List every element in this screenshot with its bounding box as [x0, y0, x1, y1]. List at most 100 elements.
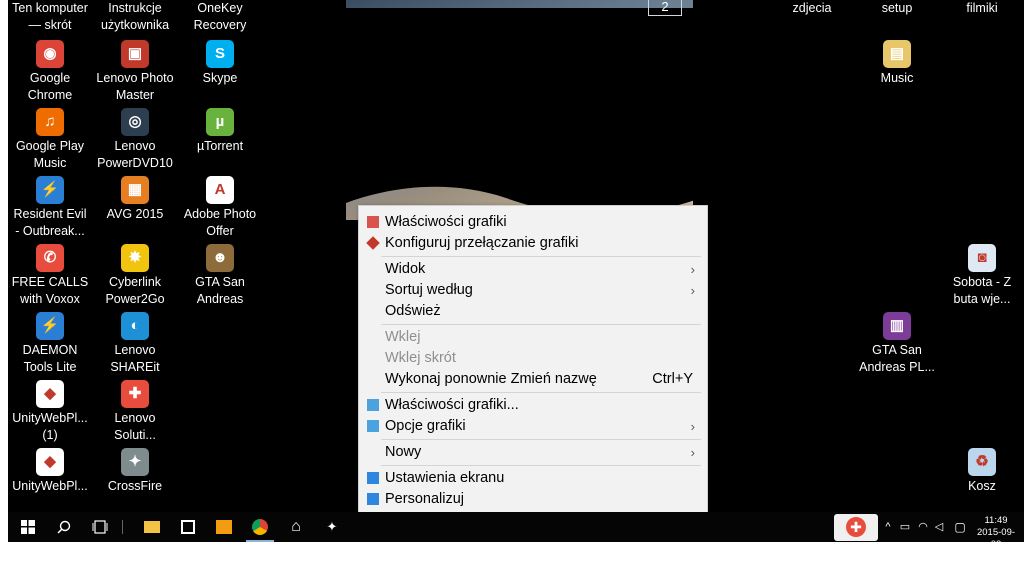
desktop-icon[interactable]: ◐ Lenovo SHAREit	[93, 312, 177, 376]
daemon-tools-icon: ⚡	[36, 312, 64, 340]
folder-icon	[144, 521, 160, 533]
desktop-icon[interactable]: ◙ Sobota - Z buta wje...	[940, 244, 1024, 308]
clock-time: 11:49	[984, 515, 1008, 526]
battery-indicator[interactable]: ▭	[898, 512, 912, 542]
taskbar-home[interactable]: ⌂	[282, 512, 310, 542]
desktop-icon[interactable]: ✚ Lenovo Soluti...	[93, 380, 177, 444]
network-indicator[interactable]: ◠	[916, 512, 930, 542]
desktop-icon[interactable]: S Skype	[178, 40, 262, 87]
desktop-icon[interactable]: ▣ Lenovo Photo Master	[93, 40, 177, 104]
desktop-icon-label: UnityWebPl...	[12, 479, 88, 493]
desktop-icon[interactable]: µ µTorrent	[178, 108, 262, 155]
task-view-button[interactable]	[86, 512, 114, 542]
show-hidden-icons-button[interactable]: ^	[882, 512, 894, 542]
unity-icon: ◆	[36, 380, 64, 408]
desktop-icon[interactable]: ✸ Cyberlink Power2Go	[93, 244, 177, 308]
taskbar-chrome[interactable]	[246, 512, 274, 542]
desktop-icon[interactable]: ▤ Music	[855, 40, 939, 87]
speaker-icon: ◁	[934, 521, 944, 533]
amd-graphics-icon	[366, 236, 380, 250]
menu-item[interactable]: Właściwości grafiki	[359, 212, 707, 233]
desktop-icon-label: Lenovo Photo Master	[96, 71, 174, 102]
recycle-bin-icon: ♻	[968, 448, 996, 476]
menu-item-label: Widok	[385, 261, 426, 277]
home-icon: ⌂	[291, 518, 301, 535]
notification-app-icon[interactable]: ✚	[834, 514, 878, 541]
desktop-icon-label: FREE CALLS with Voxox	[11, 275, 89, 306]
desktop-icon[interactable]: ⚡ Resident Evil - Outbreak...	[8, 176, 92, 240]
menu-item[interactable]: Widok ›	[359, 259, 707, 280]
media-player-icon	[216, 520, 232, 534]
crossfire-icon: ✦	[326, 519, 338, 534]
desktop-icon[interactable]: ✦ CrossFire	[93, 448, 177, 495]
menu-item[interactable]: Wykonaj ponownie Zmień nazwę Ctrl+Y	[359, 369, 707, 390]
menu-item[interactable]: Ustawienia ekranu	[359, 468, 707, 489]
menu-separator	[381, 465, 701, 466]
menu-item-label: Nowy	[385, 444, 422, 460]
desktop-icon[interactable]: ✆ FREE CALLS with Voxox	[8, 244, 92, 308]
archive-icon: ▥	[883, 312, 911, 340]
daemon-icon: ⚡	[36, 176, 64, 204]
desktop-icon-label[interactable]: filmiki	[940, 0, 1024, 17]
desktop-icon-label[interactable]: OneKey Recovery	[178, 0, 262, 34]
desktop-icon[interactable]: ◉ Google Chrome	[8, 40, 92, 104]
menu-separator	[381, 256, 701, 257]
desktop-icon[interactable]: ◆ UnityWebPl...	[8, 448, 92, 495]
desktop-icon-label[interactable]: Ten komputer — skrót	[8, 0, 92, 34]
desktop-icon[interactable]: ◎ Lenovo PowerDVD10	[93, 108, 177, 172]
desktop-icon-label[interactable]: Instrukcje użytkownika	[93, 0, 177, 34]
desktop-icon-label: UnityWebPl... (1)	[12, 411, 88, 442]
intel-graphics-icon	[367, 216, 379, 228]
desktop-icon[interactable]: ▦ AVG 2015	[93, 176, 177, 223]
menu-item[interactable]: Konfiguruj przełączanie grafiki	[359, 233, 707, 254]
taskbar-media[interactable]	[210, 512, 238, 542]
clock[interactable]: 11:49 2015-09-02	[972, 515, 1020, 551]
menu-item[interactable]: Właściwości grafiki...	[359, 395, 707, 416]
menu-item[interactable]: Odśwież	[359, 301, 707, 322]
menu-item-label: Właściwości grafiki...	[385, 397, 519, 413]
unity-icon: ◆	[36, 448, 64, 476]
desktop-icon[interactable]: ⚡ DAEMON Tools Lite	[8, 312, 92, 376]
menu-item[interactable]: Nowy ›	[359, 442, 707, 463]
menu-item[interactable]: Wklej	[359, 327, 707, 348]
desktop-icon[interactable]: A Adobe Photo Offer	[178, 176, 262, 240]
voxox-icon: ✆	[36, 244, 64, 272]
adobe-icon: A	[206, 176, 234, 204]
action-center-button[interactable]: ▢	[952, 512, 968, 542]
start-button[interactable]	[14, 512, 42, 542]
search-button[interactable]	[50, 512, 78, 542]
chrome-icon	[252, 519, 268, 535]
desktop-icon-label: Music	[880, 71, 914, 85]
desktop-icon[interactable]: ♻ Kosz	[940, 448, 1024, 495]
chevron-up-icon: ^	[885, 521, 891, 533]
taskbar-file-explorer[interactable]	[138, 512, 166, 542]
menu-item[interactable]: Opcje grafiki ›	[359, 416, 707, 437]
desktop-icon-label: Skype	[202, 71, 238, 85]
taskbar-store[interactable]	[174, 512, 202, 542]
volume-indicator[interactable]: ◁	[932, 512, 946, 542]
menu-item-label: Wklej skrót	[385, 350, 456, 366]
battery-icon: ▭	[899, 521, 911, 533]
desktop-icon[interactable]: ▥ GTA San Andreas PL...	[855, 312, 939, 376]
menu-item[interactable]: Wklej skrót	[359, 348, 707, 369]
menu-item-label: Konfiguruj przełączanie grafiki	[385, 235, 579, 251]
menu-item[interactable]: Personalizuj	[359, 489, 707, 510]
menu-item-label: Sortuj według	[385, 282, 473, 298]
desktop-icon-label[interactable]: setup	[855, 0, 939, 17]
desktop-icon-label: Google Play Music	[15, 139, 85, 170]
desktop-icon-label[interactable]: zdjecia	[770, 0, 854, 17]
dvd-icon: ◎	[121, 108, 149, 136]
chrome-icon: ◉	[36, 40, 64, 68]
desktop-icon[interactable]: ◆ UnityWebPl... (1)	[8, 380, 92, 444]
desktop-icon[interactable]: ♫ Google Play Music	[8, 108, 92, 172]
partial-window-tab: 2	[648, 0, 682, 16]
desktop-icon[interactable]: ☻ GTA San Andreas	[178, 244, 262, 308]
taskbar-crossfire[interactable]: ✦	[318, 512, 346, 542]
context-menu: Właściwości grafiki Konfiguruj przełączan…	[358, 205, 708, 513]
menu-item[interactable]: Sortuj według ›	[359, 280, 707, 301]
desktop-icon-label: Lenovo Soluti...	[114, 411, 156, 442]
desktop-icon-label: Google Chrome	[27, 71, 73, 102]
desktop-icon-label: DAEMON Tools Lite	[22, 343, 78, 374]
crossfire-icon: ✦	[121, 448, 149, 476]
desktop-icon-label: Lenovo SHAREit	[110, 343, 160, 374]
